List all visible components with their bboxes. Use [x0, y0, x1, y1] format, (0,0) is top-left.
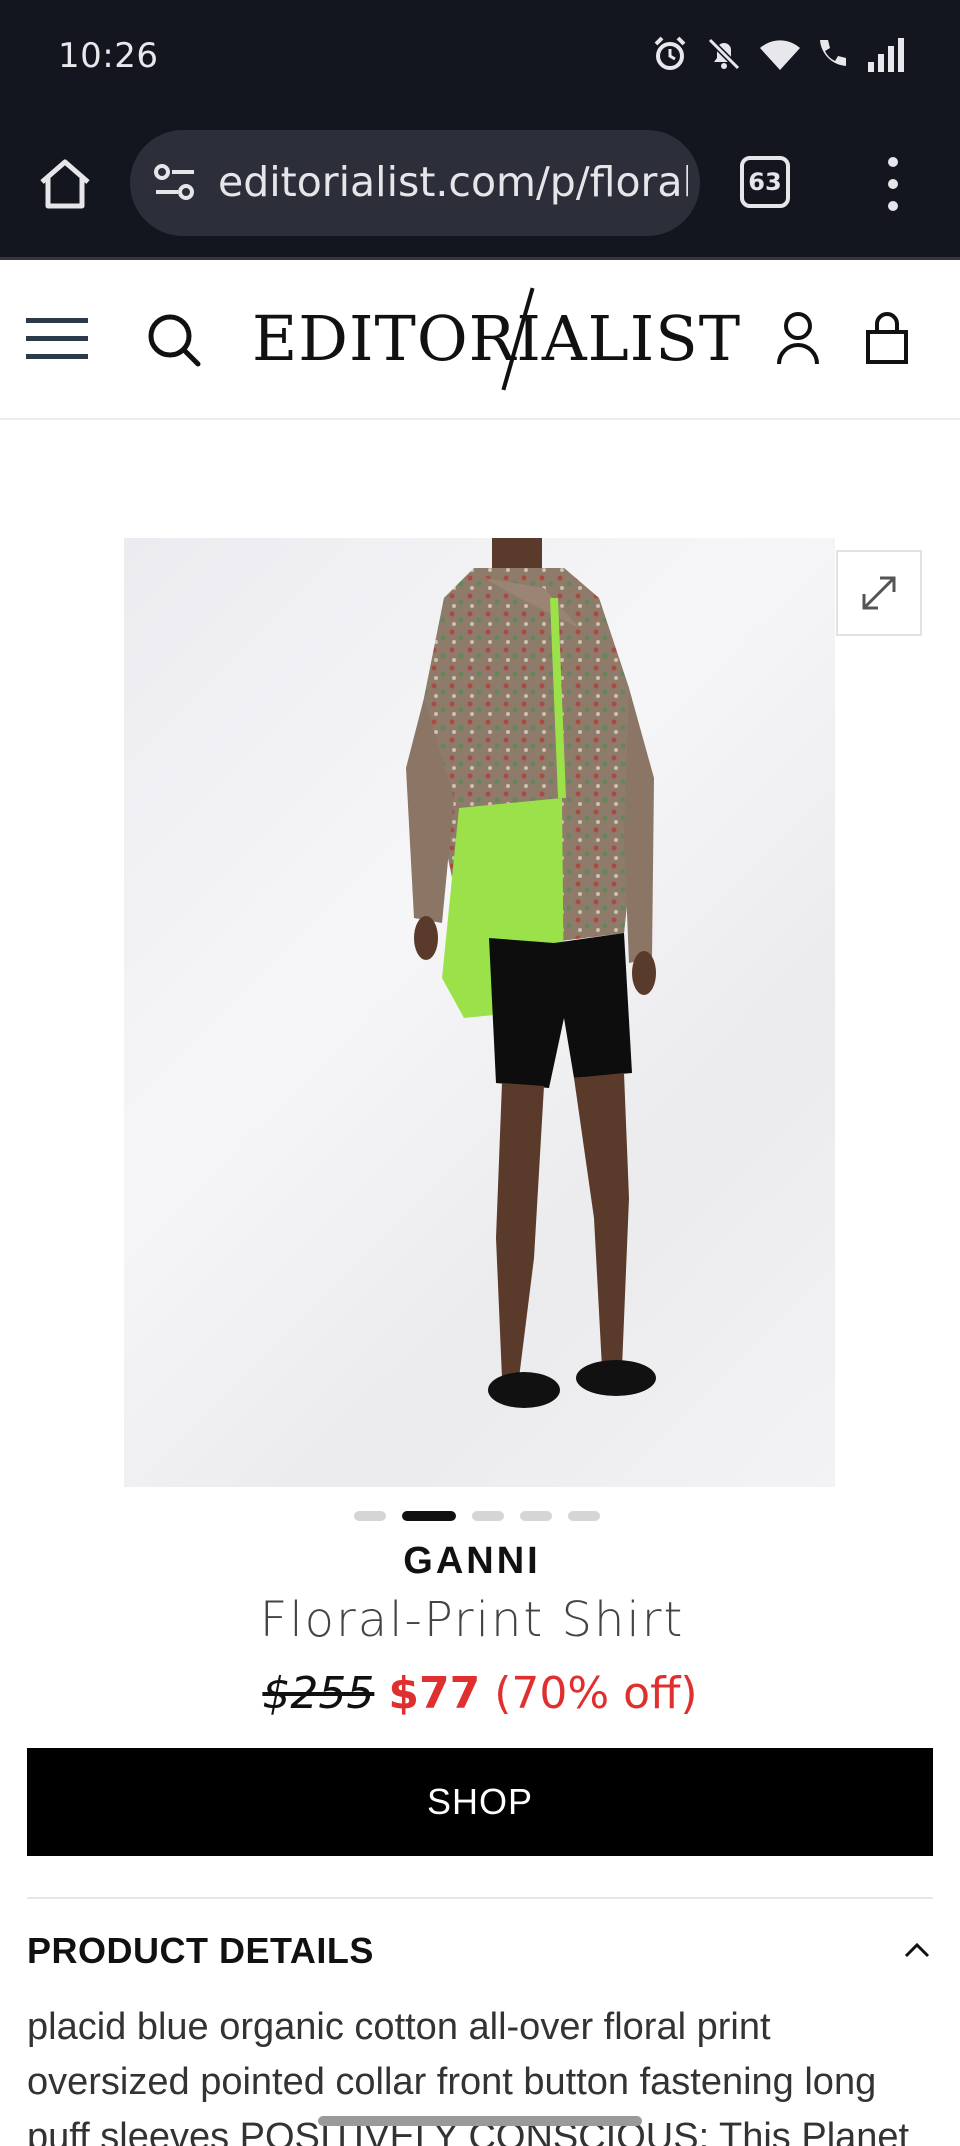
carousel-indicator — [354, 1511, 600, 1521]
tab-switcher-button[interactable]: 63 — [740, 156, 790, 208]
wifi-call-icon — [812, 34, 852, 74]
product-brand[interactable]: GANNI — [0, 1540, 944, 1583]
home-button[interactable] — [34, 154, 96, 216]
collapse-details-button[interactable] — [902, 1936, 932, 1966]
browser-toolbar: editorialist.com/p/floral- 63 — [0, 114, 960, 260]
gesture-bar[interactable] — [318, 2116, 642, 2126]
carousel-dot-active[interactable] — [402, 1511, 456, 1521]
site-logo[interactable]: EDITORIALIST — [252, 302, 741, 375]
carousel-dot[interactable] — [472, 1511, 504, 1521]
discount-label: (70% off) — [494, 1668, 698, 1719]
site-settings-icon[interactable] — [152, 162, 198, 204]
carousel-dot[interactable] — [520, 1511, 552, 1521]
search-icon — [148, 314, 201, 367]
price-row: $255 $77 (70% off) — [0, 1668, 960, 1719]
shopping-bag-icon — [866, 312, 908, 364]
status-icons — [650, 34, 906, 74]
more-vert-icon — [888, 157, 898, 211]
status-bar: 10:26 — [0, 0, 960, 114]
bag-button[interactable] — [864, 310, 910, 366]
sale-price: $77 — [388, 1668, 481, 1719]
site-header: EDITORIALIST — [0, 262, 960, 420]
signal-icon — [866, 34, 906, 74]
expand-image-button[interactable] — [836, 550, 922, 636]
wifi-icon — [758, 34, 800, 74]
address-bar[interactable]: editorialist.com/p/floral- — [130, 130, 700, 236]
product-image[interactable] — [124, 538, 835, 1487]
browser-menu-button[interactable] — [878, 154, 908, 214]
carousel-dot[interactable] — [354, 1511, 386, 1521]
home-icon — [40, 159, 90, 209]
chevron-up-icon — [904, 1942, 930, 1958]
user-icon — [777, 312, 819, 365]
mute-icon — [704, 34, 744, 74]
hamburger-icon — [26, 318, 88, 359]
carousel-dot[interactable] — [568, 1511, 600, 1521]
url-text[interactable]: editorialist.com/p/floral- — [218, 158, 688, 206]
divider — [27, 1897, 933, 1899]
account-button[interactable] — [776, 310, 820, 366]
menu-button[interactable] — [26, 316, 88, 362]
search-button[interactable] — [146, 312, 202, 368]
product-name: Floral-Print Shirt — [259, 1592, 685, 1648]
original-price: $255 — [262, 1668, 375, 1719]
expand-icon — [862, 576, 896, 610]
status-time: 10:26 — [58, 36, 159, 76]
product-details-heading[interactable]: PRODUCT DETAILS — [27, 1930, 374, 1972]
shop-button[interactable]: SHOP — [27, 1748, 933, 1856]
product-photo-illustration — [406, 538, 656, 1408]
alarm-icon — [650, 34, 690, 74]
